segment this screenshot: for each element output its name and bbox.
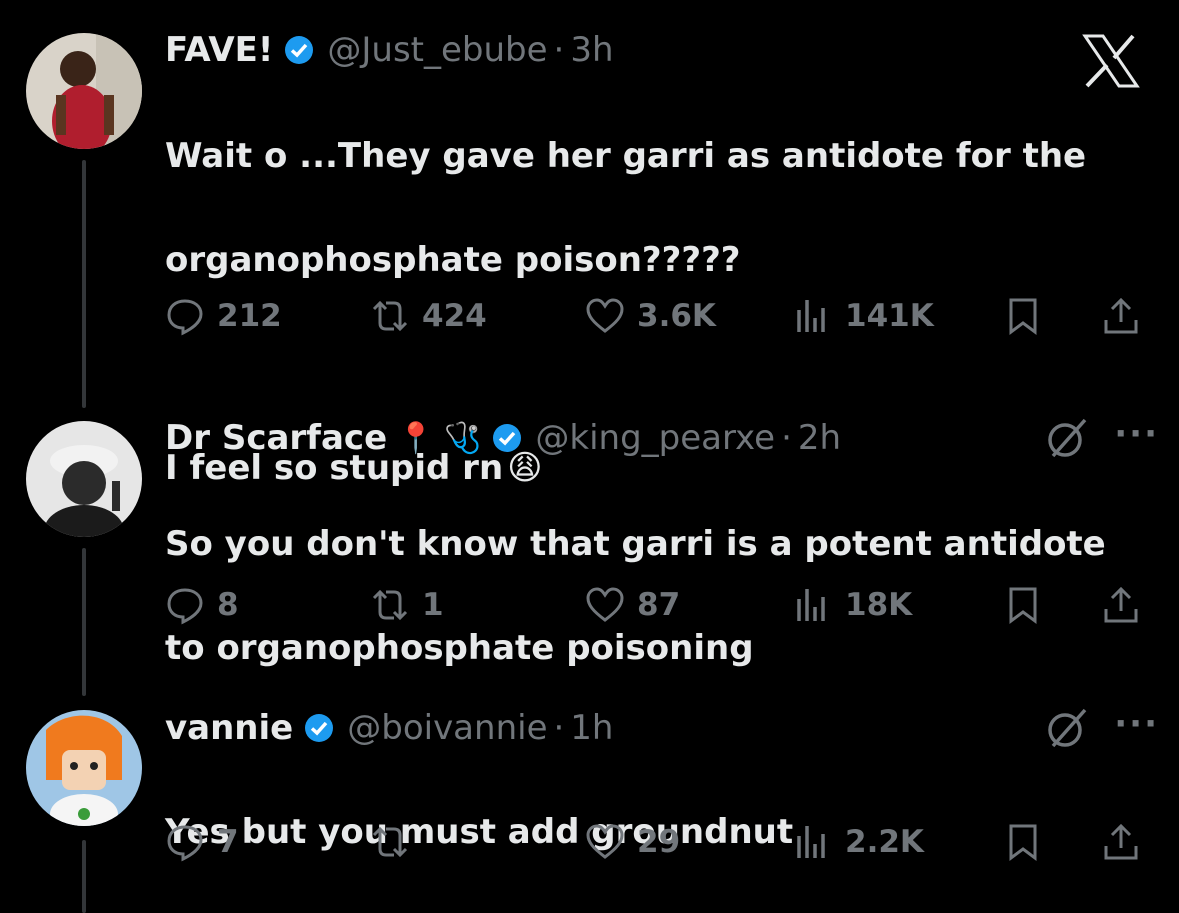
avatar[interactable] <box>26 33 142 149</box>
retweet-count: 1 <box>422 587 444 623</box>
retweet-icon <box>372 589 408 621</box>
like-button[interactable]: 29 <box>585 822 680 862</box>
like-button[interactable]: 3.6K <box>585 296 716 336</box>
more-options-icon[interactable]: ··· <box>1114 414 1159 454</box>
thread-line <box>82 840 86 913</box>
share-button[interactable] <box>1101 822 1153 862</box>
retweet-count: 424 <box>422 298 487 334</box>
user-handle[interactable]: @boivannie <box>347 708 547 748</box>
reply-icon <box>167 588 203 625</box>
like-count: 87 <box>637 587 681 623</box>
heart-icon <box>586 298 624 333</box>
more-options-icon[interactable]: ··· <box>1114 704 1159 744</box>
grok-icon[interactable] <box>1043 414 1091 466</box>
heart-icon <box>586 587 624 622</box>
tweet-text-line: organophosphate poison????? <box>165 240 741 280</box>
share-icon <box>1104 297 1138 334</box>
tweet-text-line: Wait o ...They gave her garri as antidot… <box>165 136 1087 176</box>
reply-count: 212 <box>217 298 282 334</box>
thread-line <box>82 548 86 696</box>
bookmark-button[interactable] <box>1003 585 1055 625</box>
timestamp[interactable]: 3h <box>570 30 613 70</box>
views-icon <box>797 826 825 858</box>
action-bar: 212 424 3.6K 141K <box>165 296 1149 352</box>
x-logo-icon[interactable] <box>1081 34 1141 92</box>
bookmark-button[interactable] <box>1003 296 1055 336</box>
views-button[interactable]: 2.2K <box>793 822 924 862</box>
verified-badge-icon <box>303 712 335 744</box>
grok-icon[interactable] <box>1043 704 1091 756</box>
display-name[interactable]: Dr Scarface <box>165 418 387 458</box>
avatar[interactable] <box>26 421 142 537</box>
share-icon <box>1104 586 1138 623</box>
like-count: 3.6K <box>637 298 716 334</box>
reply-button[interactable]: 212 <box>165 296 282 336</box>
bookmark-button[interactable] <box>1003 822 1055 862</box>
view-count: 18K <box>845 587 913 623</box>
reply-icon <box>167 825 203 862</box>
share-icon <box>1104 823 1138 860</box>
bookmark-icon <box>1009 298 1037 335</box>
separator-dot: · <box>781 418 792 458</box>
name-emojis: 📍 🩺 <box>397 420 482 456</box>
retweet-button[interactable]: 1 <box>370 585 444 625</box>
heart-icon <box>586 824 624 859</box>
like-button[interactable]: 87 <box>585 585 680 625</box>
user-handle[interactable]: @king_pearxe <box>535 418 775 458</box>
bookmark-icon <box>1009 587 1037 624</box>
separator-dot: · <box>553 30 565 70</box>
views-button[interactable]: 141K <box>793 296 934 336</box>
retweet-icon <box>372 826 408 858</box>
view-count: 141K <box>845 298 934 334</box>
thread-line <box>82 160 86 408</box>
action-bar: 7 29 2.2K <box>165 822 1149 878</box>
share-button[interactable] <box>1101 585 1153 625</box>
views-icon <box>797 300 825 332</box>
display-name[interactable]: vannie <box>165 708 293 748</box>
tweet-header: FAVE! @Just_ebube · 3h <box>165 30 614 70</box>
reply-button[interactable]: 8 <box>165 585 239 625</box>
timestamp[interactable]: 1h <box>570 708 613 748</box>
tweet-header: Dr Scarface 📍 🩺 @king_pearxe · 2h <box>165 418 841 458</box>
share-button[interactable] <box>1101 296 1153 336</box>
retweet-button[interactable] <box>370 822 422 862</box>
view-count: 2.2K <box>845 824 924 860</box>
action-bar: 8 1 87 18K <box>165 585 1149 641</box>
views-button[interactable]: 18K <box>793 585 912 625</box>
display-name[interactable]: FAVE! <box>165 30 273 70</box>
views-icon <box>797 589 825 621</box>
verified-badge-icon <box>491 422 523 454</box>
retweet-icon <box>372 300 408 332</box>
retweet-button[interactable]: 424 <box>370 296 487 336</box>
verified-badge-icon <box>283 34 315 66</box>
reply-icon <box>167 299 203 336</box>
reply-count: 7 <box>217 824 239 860</box>
tweet-header: vannie @boivannie · 1h <box>165 708 613 748</box>
user-handle[interactable]: @Just_ebube <box>327 30 547 70</box>
separator-dot: · <box>553 708 565 748</box>
tweet-text-line: So you don't know that garri is a potent… <box>165 524 1106 564</box>
timestamp[interactable]: 2h <box>798 418 841 458</box>
reply-count: 8 <box>217 587 239 623</box>
reply-button[interactable]: 7 <box>165 822 239 862</box>
like-count: 29 <box>637 824 681 860</box>
bookmark-icon <box>1009 824 1037 861</box>
avatar[interactable] <box>26 710 142 826</box>
